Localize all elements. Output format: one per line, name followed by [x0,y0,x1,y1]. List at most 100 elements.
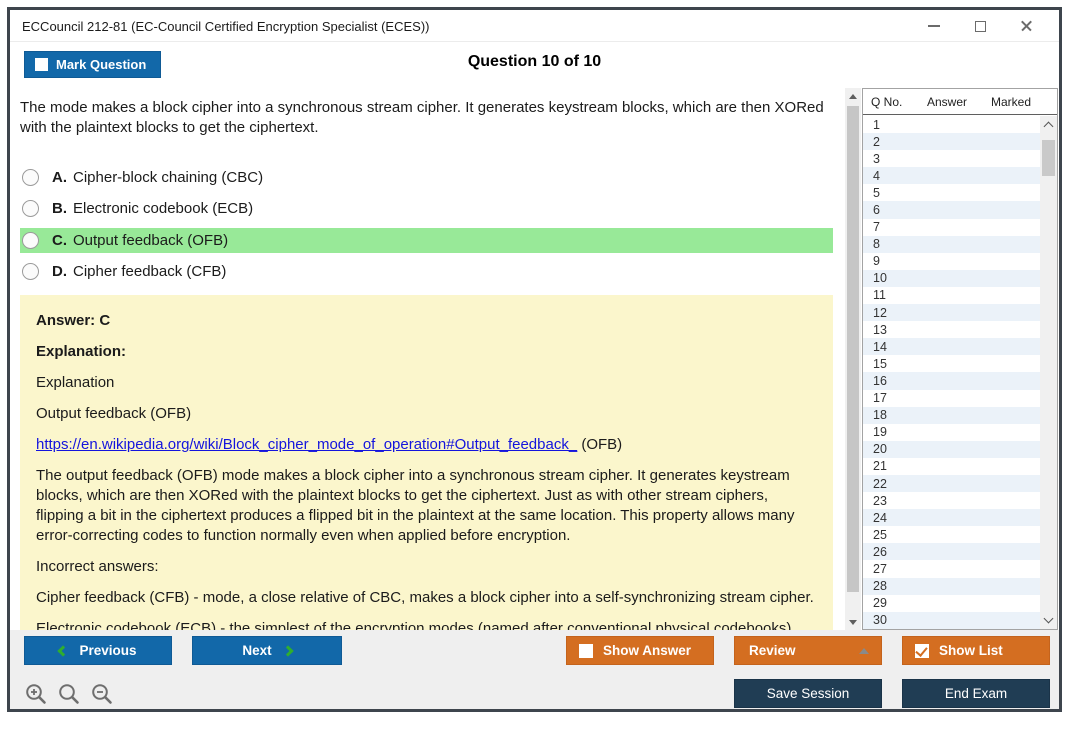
question-list-row[interactable]: 15 [863,355,1040,372]
question-list-row[interactable]: 6 [863,201,1040,218]
show-answer-button[interactable]: Show Answer [566,636,714,665]
question-number: 1 [873,118,880,132]
question-list-row[interactable]: 9 [863,253,1040,270]
review-button[interactable]: Review [734,636,882,665]
question-list-row[interactable]: 8 [863,236,1040,253]
question-list-row[interactable]: 4 [863,167,1040,184]
question-list-row[interactable]: 28 [863,578,1040,595]
maximize-button[interactable] [957,10,1003,42]
radio-option-a[interactable] [22,169,39,186]
question-list-row[interactable]: 25 [863,526,1040,543]
question-list-row[interactable]: 26 [863,543,1040,560]
question-number: 28 [873,579,887,593]
option-letter: A. [52,169,67,186]
close-icon [1020,20,1033,33]
save-session-button[interactable]: Save Session [734,679,882,708]
explanation-word: Explanation [36,373,817,393]
previous-button[interactable]: Previous [24,636,172,665]
radio-option-c[interactable] [22,232,39,249]
option-c[interactable]: C. Output feedback (OFB) [20,228,833,253]
question-list-panel: Q No. Answer Marked 12345678910111213141… [862,88,1058,630]
question-list-row[interactable]: 13 [863,321,1040,338]
question-list-row[interactable]: 3 [863,150,1040,167]
prev-chevron-icon [58,645,69,656]
show-list-button[interactable]: Show List [902,636,1050,665]
question-list-row[interactable]: 1 [863,116,1040,133]
question-number: 27 [873,562,887,576]
link-suffix: (OFB) [581,436,622,453]
radio-option-d[interactable] [22,263,39,280]
question-list-row[interactable]: 30 [863,612,1040,629]
option-text: Cipher feedback (CFB) [73,263,226,280]
question-number: 2 [873,135,880,149]
window-title: ECCouncil 212-81 (EC-Council Certified E… [22,19,430,34]
question-number: 17 [873,391,887,405]
list-scroll-up-icon[interactable] [1044,122,1054,132]
question-list-row[interactable]: 11 [863,287,1040,304]
question-list-row[interactable]: 2 [863,133,1040,150]
reference-line: https://en.wikipedia.org/wiki/Block_ciph… [36,435,817,455]
list-scrollbar-thumb[interactable] [1042,140,1055,176]
question-list-header: Q No. Answer Marked [863,89,1057,115]
question-number: 8 [873,237,880,251]
question-list-row[interactable]: 10 [863,270,1040,287]
end-exam-button[interactable]: End Exam [902,679,1050,708]
main-scrollbar-thumb[interactable] [847,106,859,592]
question-list-row[interactable]: 7 [863,219,1040,236]
question-list-row[interactable]: 5 [863,184,1040,201]
question-list-row[interactable]: 20 [863,441,1040,458]
question-number: 21 [873,459,887,473]
question-list-row[interactable]: 18 [863,407,1040,424]
question-number: 30 [873,613,887,627]
option-d[interactable]: D. Cipher feedback (CFB) [20,259,833,284]
question-list-row[interactable]: 14 [863,338,1040,355]
answer-label: Answer: C [36,311,817,331]
mark-question-checkbox[interactable] [35,58,48,71]
next-label: Next [242,643,271,658]
radio-option-b[interactable] [22,200,39,217]
question-list-row[interactable]: 24 [863,509,1040,526]
question-number: 29 [873,596,887,610]
question-list-row[interactable]: 17 [863,390,1040,407]
question-number: 13 [873,323,887,337]
option-b[interactable]: B. Electronic codebook (ECB) [20,196,833,221]
explanation-paragraph: The output feedback (OFB) mode makes a b… [36,466,817,546]
option-text: Output feedback (OFB) [73,232,228,249]
question-number: 4 [873,169,880,183]
question-number: 20 [873,442,887,456]
column-answer: Answer [927,95,967,109]
scroll-down-icon[interactable] [845,614,861,630]
question-list-row[interactable]: 12 [863,304,1040,321]
next-button[interactable]: Next [192,636,342,665]
question-list-row[interactable]: 21 [863,458,1040,475]
question-list-row[interactable]: 29 [863,595,1040,612]
show-list-checkbox[interactable] [915,644,929,658]
next-chevron-icon [282,645,293,656]
question-list-row[interactable]: 27 [863,560,1040,577]
option-letter: B. [52,200,67,217]
question-number: 23 [873,494,887,508]
question-number: 18 [873,408,887,422]
show-answer-checkbox[interactable] [579,644,593,658]
zoom-reset-icon[interactable] [57,682,81,706]
mode-name: Output feedback (OFB) [36,404,817,424]
option-a[interactable]: A. Cipher-block chaining (CBC) [20,165,833,190]
main-scrollbar[interactable] [845,88,861,630]
list-scroll-down-icon[interactable] [1044,614,1054,624]
question-list-row[interactable]: 23 [863,492,1040,509]
zoom-out-icon[interactable] [90,682,114,706]
question-number: 7 [873,220,880,234]
explanation-box: Answer: C Explanation: Explanation Outpu… [20,295,833,630]
wikipedia-link[interactable]: https://en.wikipedia.org/wiki/Block_ciph… [36,436,577,453]
question-number: 11 [873,288,886,302]
question-list-row[interactable]: 16 [863,372,1040,389]
minimize-button[interactable] [911,10,957,42]
zoom-in-icon[interactable] [24,682,48,706]
question-list-scrollbar[interactable] [1040,116,1057,629]
mark-question-button[interactable]: Mark Question [24,51,161,78]
question-list-row[interactable]: 19 [863,424,1040,441]
question-list-row[interactable]: 22 [863,475,1040,492]
scroll-up-icon[interactable] [845,88,861,104]
question-number: 12 [873,306,887,320]
close-button[interactable] [1003,10,1049,42]
